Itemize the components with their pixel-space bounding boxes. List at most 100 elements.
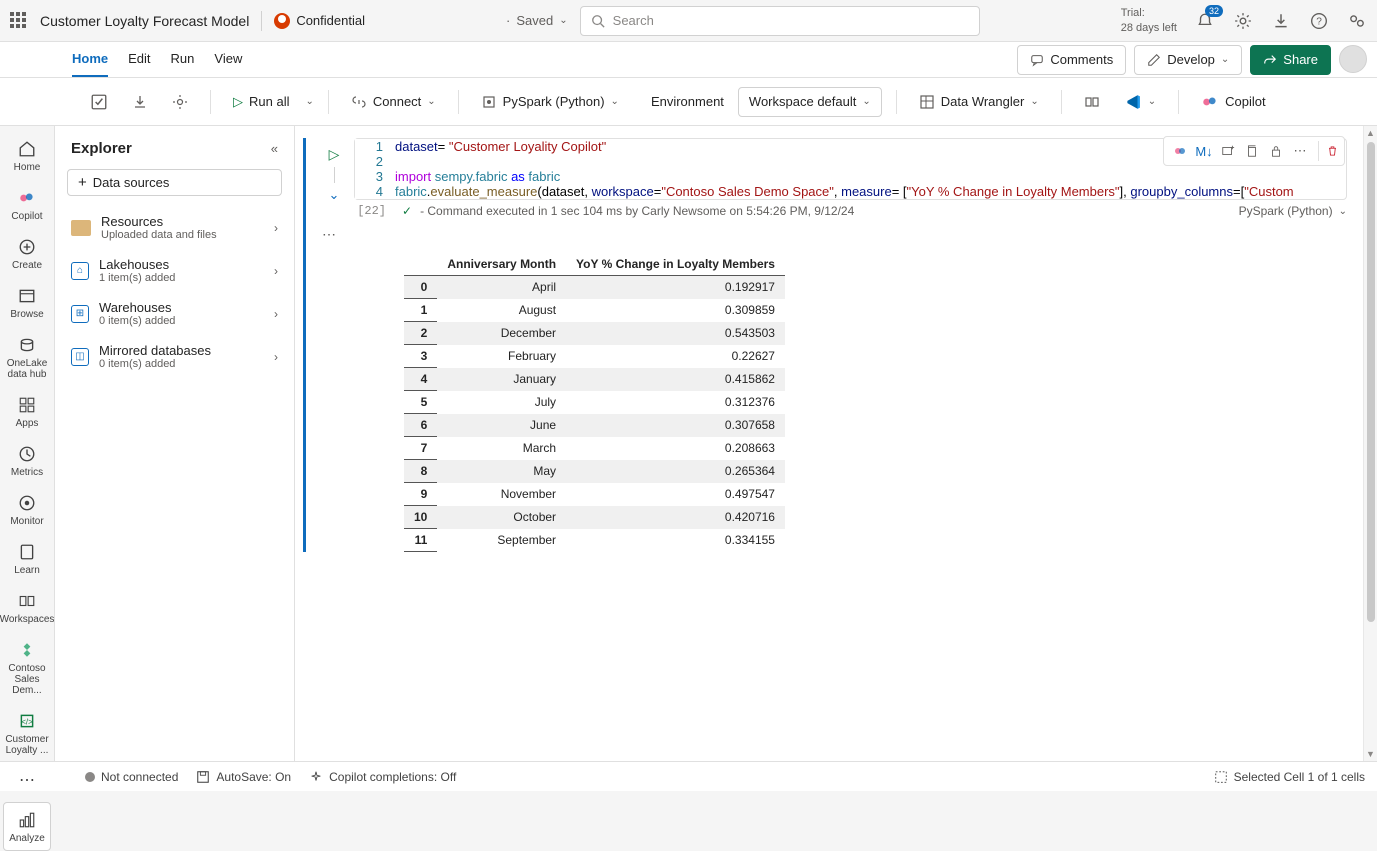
help-icon[interactable]: ? — [1309, 11, 1329, 31]
rail-browse[interactable]: Browse — [3, 279, 51, 326]
code-cell[interactable]: ▷ ⌄ M↓ ⋯ 1dataset= "Customer Loyality Co… — [303, 138, 1363, 552]
avatar[interactable] — [1339, 45, 1367, 73]
table-row: 0April0.192917 — [404, 276, 785, 299]
explorer-panel: Explorer « +Data sources ResourcesUpload… — [55, 126, 295, 761]
execution-index: [22] — [354, 204, 394, 218]
copilot-label: Copilot — [1225, 94, 1265, 109]
scroll-up-arrow[interactable]: ▲ — [1364, 126, 1377, 140]
rail-contoso[interactable]: Contoso Sales Dem... — [3, 633, 51, 702]
rail-more[interactable]: ⋯ — [3, 764, 51, 798]
sensitivity-label[interactable]: Confidential — [274, 13, 365, 29]
explorer-warehouses[interactable]: ⊞ Warehouses0 item(s) added › — [63, 292, 286, 335]
share-icon — [1263, 53, 1277, 67]
connection-status[interactable]: Not connected — [85, 770, 178, 784]
cell-selection-status: Selected Cell 1 of 1 cells — [1214, 770, 1365, 784]
explorer-resources[interactable]: ResourcesUploaded data and files › — [63, 206, 286, 249]
status-dot-icon — [85, 772, 95, 782]
search-input[interactable]: Search — [580, 6, 980, 36]
develop-label: Develop — [1167, 52, 1215, 67]
copy-cell-icon[interactable] — [1242, 141, 1262, 161]
document-title: Customer Loyalty Forecast Model — [40, 13, 249, 29]
copilot-button[interactable]: Copilot — [1193, 89, 1273, 115]
save-icon — [196, 770, 210, 784]
rail-analyze[interactable]: Analyze — [3, 802, 51, 851]
tab-run[interactable]: Run — [171, 42, 195, 77]
delete-cell-icon[interactable] — [1318, 141, 1338, 161]
notifications-icon[interactable]: 32 — [1195, 11, 1215, 31]
run-all-label: Run all — [249, 94, 289, 109]
copilot-completions-status[interactable]: Copilot completions: Off — [309, 770, 456, 784]
tab-edit[interactable]: Edit — [128, 42, 150, 77]
scrollbar-vertical[interactable]: ▲ ▼ — [1363, 126, 1377, 761]
cell-language-selector[interactable]: PySpark (Python)⌄ — [1239, 204, 1347, 218]
col-yoy: YoY % Change in Loyalty Members — [566, 253, 785, 276]
download-button[interactable] — [124, 90, 156, 114]
kernel-selector[interactable]: PySpark (Python)⌄ — [473, 90, 627, 114]
table-row: 6June0.307658 — [404, 414, 785, 437]
scroll-thumb[interactable] — [1367, 142, 1375, 622]
comment-icon — [1030, 53, 1044, 67]
output-table: Anniversary MonthYoY % Change in Loyalty… — [404, 253, 785, 552]
table-row: 4January0.415862 — [404, 368, 785, 391]
tab-view[interactable]: View — [214, 42, 242, 77]
layout-button[interactable] — [1076, 90, 1108, 114]
data-sources-button[interactable]: +Data sources — [67, 169, 282, 196]
kernel-icon — [481, 94, 497, 110]
rail-home[interactable]: Home — [3, 132, 51, 179]
confidential-icon — [274, 13, 290, 29]
copilot-cell-icon[interactable] — [1170, 141, 1190, 161]
save-checkpoint-button[interactable] — [82, 89, 116, 115]
rail-monitor[interactable]: Monitor — [3, 486, 51, 533]
table-row: 3February0.22627 — [404, 345, 785, 368]
cell-collapse-icon[interactable]: ⌄ — [329, 187, 340, 203]
run-all-dropdown[interactable]: ⌄ — [305, 96, 313, 107]
output-menu[interactable]: ⋯ — [310, 222, 1363, 247]
run-all-button[interactable]: ▷Run all — [225, 90, 297, 114]
develop-button[interactable]: Develop⌄ — [1134, 45, 1242, 75]
collapse-explorer-icon[interactable]: « — [271, 141, 278, 156]
save-status[interactable]: ·Saved⌄ — [506, 13, 568, 28]
share-button[interactable]: Share — [1250, 45, 1331, 75]
scroll-down-arrow[interactable]: ▼ — [1364, 747, 1377, 761]
explorer-mirrored[interactable]: ◫ Mirrored databases0 item(s) added › — [63, 335, 286, 378]
markdown-toggle-icon[interactable]: M↓ — [1194, 141, 1214, 161]
environment-label: Environment — [651, 94, 724, 109]
explorer-title: Explorer — [71, 140, 132, 157]
data-wrangler-button[interactable]: Data Wrangler⌄ — [911, 90, 1047, 114]
more-cell-icon[interactable]: ⋯ — [1290, 141, 1310, 161]
status-bar: Not connected AutoSave: On Copilot compl… — [0, 761, 1377, 791]
ribbon-tabs: Home Edit Run View Comments Develop⌄ Sha… — [0, 42, 1377, 78]
selection-icon — [1214, 770, 1228, 784]
workspace-default-dropdown[interactable]: Workspace default⌄ — [738, 87, 882, 117]
rail-workspaces[interactable]: Workspaces — [3, 584, 51, 631]
comments-button[interactable]: Comments — [1017, 45, 1126, 75]
download-icon[interactable] — [1271, 11, 1291, 31]
app-launcher-icon[interactable] — [10, 12, 28, 30]
rail-onelake[interactable]: OneLake data hub — [3, 328, 51, 386]
sparkle-icon — [309, 770, 323, 784]
table-row: 8May0.265364 — [404, 460, 785, 483]
trial-info: Trial:28 days left — [1121, 6, 1177, 35]
autosave-status[interactable]: AutoSave: On — [196, 770, 291, 784]
rail-copilot[interactable]: Copilot — [3, 181, 51, 228]
kernel-label: PySpark (Python) — [503, 94, 605, 109]
rail-learn[interactable]: Learn — [3, 535, 51, 582]
feedback-icon[interactable] — [1347, 11, 1367, 31]
run-cell-button[interactable]: ▷ — [329, 146, 340, 163]
rail-metrics[interactable]: Metrics — [3, 437, 51, 484]
vscode-icon — [1124, 93, 1142, 111]
col-anniversary: Anniversary Month — [437, 253, 566, 276]
new-cell-icon[interactable] — [1218, 141, 1238, 161]
tab-home[interactable]: Home — [72, 42, 108, 77]
rail-customer-loyalty[interactable]: </>Customer Loyalty ... — [3, 704, 51, 762]
notification-badge: 32 — [1205, 5, 1223, 17]
explorer-lakehouses[interactable]: ⌂ Lakehouses1 item(s) added › — [63, 249, 286, 292]
rail-create[interactable]: Create — [3, 230, 51, 277]
vscode-button[interactable]: ⌄ — [1116, 89, 1164, 115]
svg-text:?: ? — [1316, 16, 1322, 27]
connect-button[interactable]: Connect⌄ — [343, 90, 444, 114]
rail-apps[interactable]: Apps — [3, 388, 51, 435]
settings-toolbar-button[interactable] — [164, 90, 196, 114]
settings-icon[interactable] — [1233, 11, 1253, 31]
lock-cell-icon[interactable] — [1266, 141, 1286, 161]
